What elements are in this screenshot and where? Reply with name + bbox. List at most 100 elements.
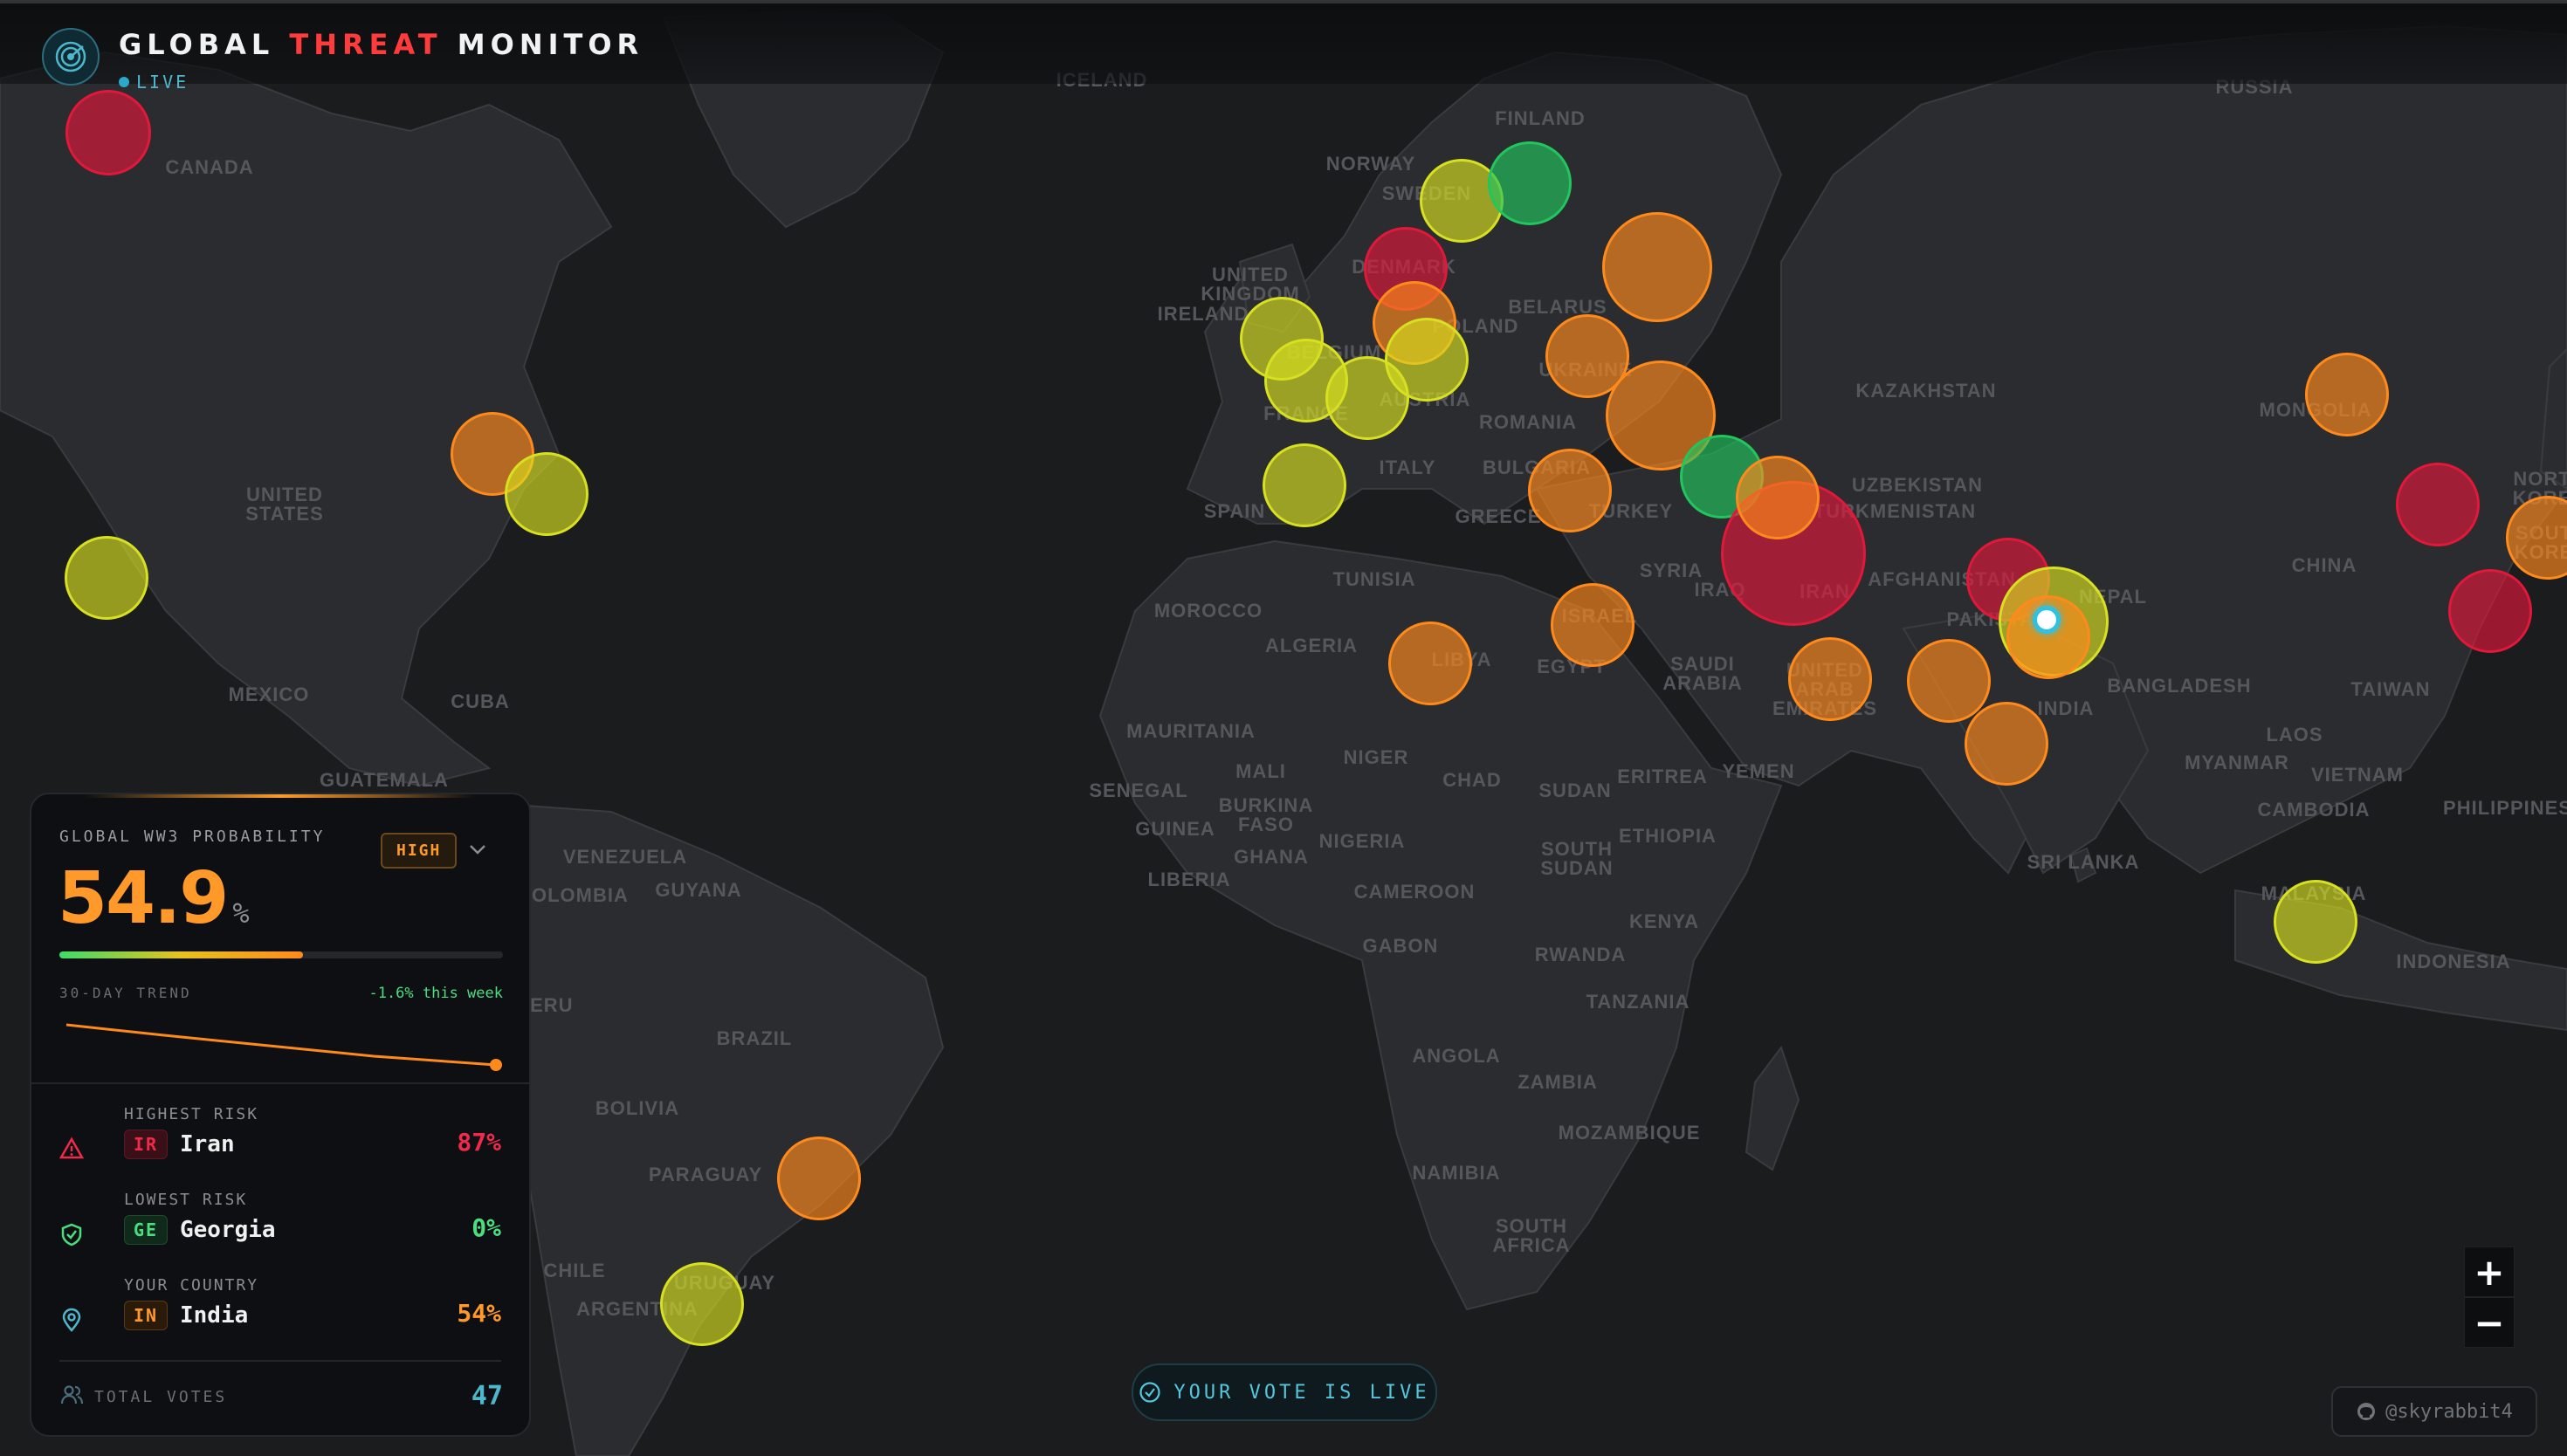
- risk-marker-iran-n[interactable]: [1736, 456, 1820, 539]
- lowest-risk-pct: 0%: [471, 1213, 501, 1242]
- risk-marker-india-w[interactable]: [1965, 702, 2048, 786]
- map-label-liberia: LIBERIA: [1147, 869, 1231, 890]
- map-label-chile: CHILE: [543, 1260, 606, 1281]
- panel-accent-line: [84, 794, 477, 798]
- risk-marker-malaysia[interactable]: [2274, 880, 2357, 964]
- map-label-india: INDIA: [2037, 697, 2095, 719]
- map-label-canada: CANADA: [165, 156, 254, 178]
- map-label-mozambique: MOZAMBIQUE: [1558, 1122, 1701, 1144]
- location-pin-icon: [62, 1308, 81, 1332]
- map-label-senegal: SENEGAL: [1089, 780, 1188, 801]
- lowest-risk-country: Georgia: [180, 1217, 276, 1243]
- map-label-ireland: IRELAND: [1157, 303, 1249, 325]
- trend-sparkline: [65, 1023, 502, 1071]
- check-circle-icon: [1139, 1382, 1161, 1403]
- map-label-namibia: NAMIBIA: [1412, 1162, 1501, 1184]
- map-label-china: CHINA: [2291, 554, 2357, 576]
- trend-change: -1.6% this week: [368, 985, 503, 1002]
- probability-percent-sign: %: [232, 896, 250, 930]
- warning-triangle-icon: [59, 1137, 84, 1159]
- map-label-paraguay: PARAGUAY: [648, 1164, 763, 1185]
- risk-marker-uae[interactable]: [1788, 637, 1872, 721]
- risk-marker-canada[interactable]: [65, 90, 151, 175]
- shield-check-icon: [61, 1223, 82, 1247]
- probability-value: 54.9: [58, 857, 229, 940]
- map-label-greece: GREECE: [1455, 505, 1542, 527]
- map-label-angola: ANGOLA: [1412, 1045, 1501, 1067]
- map-label-mauritania: MAURITANIA: [1126, 720, 1256, 742]
- map-label-kazakhstan: KAZAKHSTAN: [1855, 380, 1997, 402]
- map-label-italy: ITALY: [1379, 457, 1436, 478]
- map-label-nigeria: NIGERIA: [1318, 830, 1406, 852]
- divider: [59, 1360, 501, 1362]
- vote-status-pill: YOUR VOTE IS LIVE: [1132, 1363, 1437, 1421]
- risk-marker-finland[interactable]: [1488, 141, 1572, 225]
- live-dot-icon: [119, 77, 129, 87]
- your-country-code: IN: [124, 1301, 169, 1330]
- map-label-cambodia: CAMBODIA: [2257, 799, 2371, 821]
- risk-marker-usa-e[interactable]: [505, 452, 588, 536]
- map-label-mali: MALI: [1235, 760, 1286, 782]
- your-country-name: India: [180, 1302, 249, 1329]
- risk-marker-russia-w[interactable]: [1602, 212, 1712, 322]
- probability-readout: 54.9 %: [58, 857, 250, 940]
- risk-marker-uruguay[interactable]: [660, 1262, 744, 1346]
- map-label-indonesia: INDONESIA: [2396, 951, 2511, 972]
- title-word-monitor: MONITOR: [457, 28, 644, 61]
- map-label-chad: CHAD: [1442, 769, 1502, 791]
- risk-marker-usa-w[interactable]: [65, 536, 148, 620]
- map-label-gabon: GABON: [1362, 935, 1439, 957]
- map-label-tunisia: TUNISIA: [1332, 568, 1416, 590]
- github-icon: [2357, 1403, 2376, 1420]
- risk-marker-poland[interactable]: [1385, 318, 1469, 402]
- map-label-south-sudan: SOUTH SUDAN: [1540, 838, 1614, 879]
- highest-risk-pct: 87%: [457, 1128, 501, 1157]
- map-label-taiwan: TAIWAN: [2350, 678, 2431, 700]
- risk-marker-pakistan-s[interactable]: [1907, 639, 1991, 723]
- risk-marker-brazil[interactable]: [777, 1137, 861, 1220]
- risk-marker-mongolia[interactable]: [2305, 353, 2389, 436]
- highest-risk-country: Iran: [180, 1131, 235, 1157]
- risk-marker-libya[interactable]: [1388, 622, 1472, 705]
- app-title: GLOBAL THREAT MONITOR: [119, 28, 643, 61]
- user-location-marker: [2033, 606, 2061, 634]
- map-label-guatemala: GUATEMALA: [320, 769, 449, 791]
- map-label-cuba: CUBA: [451, 690, 510, 712]
- risk-marker-china-ne[interactable]: [2396, 463, 2480, 546]
- highest-risk-caption: HIGHEST RISK: [124, 1105, 259, 1123]
- map-label-vietnam: VIETNAM: [2311, 764, 2404, 786]
- map-label-kenya: KENYA: [1629, 910, 1699, 932]
- lowest-risk-caption: LOWEST RISK: [124, 1191, 248, 1209]
- risk-marker-greece[interactable]: [1528, 449, 1612, 532]
- map-label-syria: SYRIA: [1639, 560, 1703, 581]
- map-label-yemen: YEMEN: [1722, 760, 1795, 782]
- divider: [31, 1082, 529, 1084]
- map-label-tanzania: TANZANIA: [1586, 991, 1690, 1013]
- github-link[interactable]: @skyrabbit4: [2331, 1386, 2537, 1437]
- map-label-cameroon: CAMEROON: [1353, 881, 1476, 903]
- zoom-in-button[interactable]: +: [2464, 1247, 2515, 1297]
- risk-marker-israel[interactable]: [1551, 583, 1634, 667]
- lowest-risk-row[interactable]: LOWEST RISK GE Georgia 0%: [59, 1191, 501, 1269]
- github-handle: @skyrabbit4: [2385, 1400, 2513, 1423]
- live-indicator: LIVE: [119, 72, 189, 93]
- map-label-romania: ROMANIA: [1478, 411, 1578, 433]
- map-label-morocco: MOROCCO: [1153, 600, 1263, 622]
- live-label: LIVE: [136, 72, 189, 93]
- map-label-ethiopia: ETHIOPIA: [1619, 825, 1717, 847]
- your-country-row[interactable]: YOUR COUNTRY IN India 54%: [59, 1276, 501, 1355]
- risk-marker-china-e[interactable]: [2448, 569, 2532, 653]
- your-country-pct: 54%: [457, 1299, 501, 1328]
- highest-risk-row[interactable]: HIGHEST RISK IR Iran 87%: [59, 1105, 501, 1184]
- chevron-down-icon: [470, 845, 485, 855]
- collapse-toggle[interactable]: [465, 836, 491, 862]
- header-bar: GLOBAL THREAT MONITOR LIVE: [0, 0, 2567, 93]
- map-label-algeria: ALGERIA: [1265, 635, 1358, 656]
- zoom-out-button[interactable]: −: [2464, 1297, 2515, 1348]
- map-label-south-africa: SOUTH AFRICA: [1492, 1215, 1571, 1256]
- trend-label: 30-DAY TREND: [59, 985, 192, 1001]
- map-label-niger: NIGER: [1343, 746, 1409, 768]
- map-label-guyana: GUYANA: [655, 879, 742, 901]
- map-label-myanmar: MYANMAR: [2185, 752, 2289, 773]
- risk-marker-spain[interactable]: [1263, 443, 1346, 527]
